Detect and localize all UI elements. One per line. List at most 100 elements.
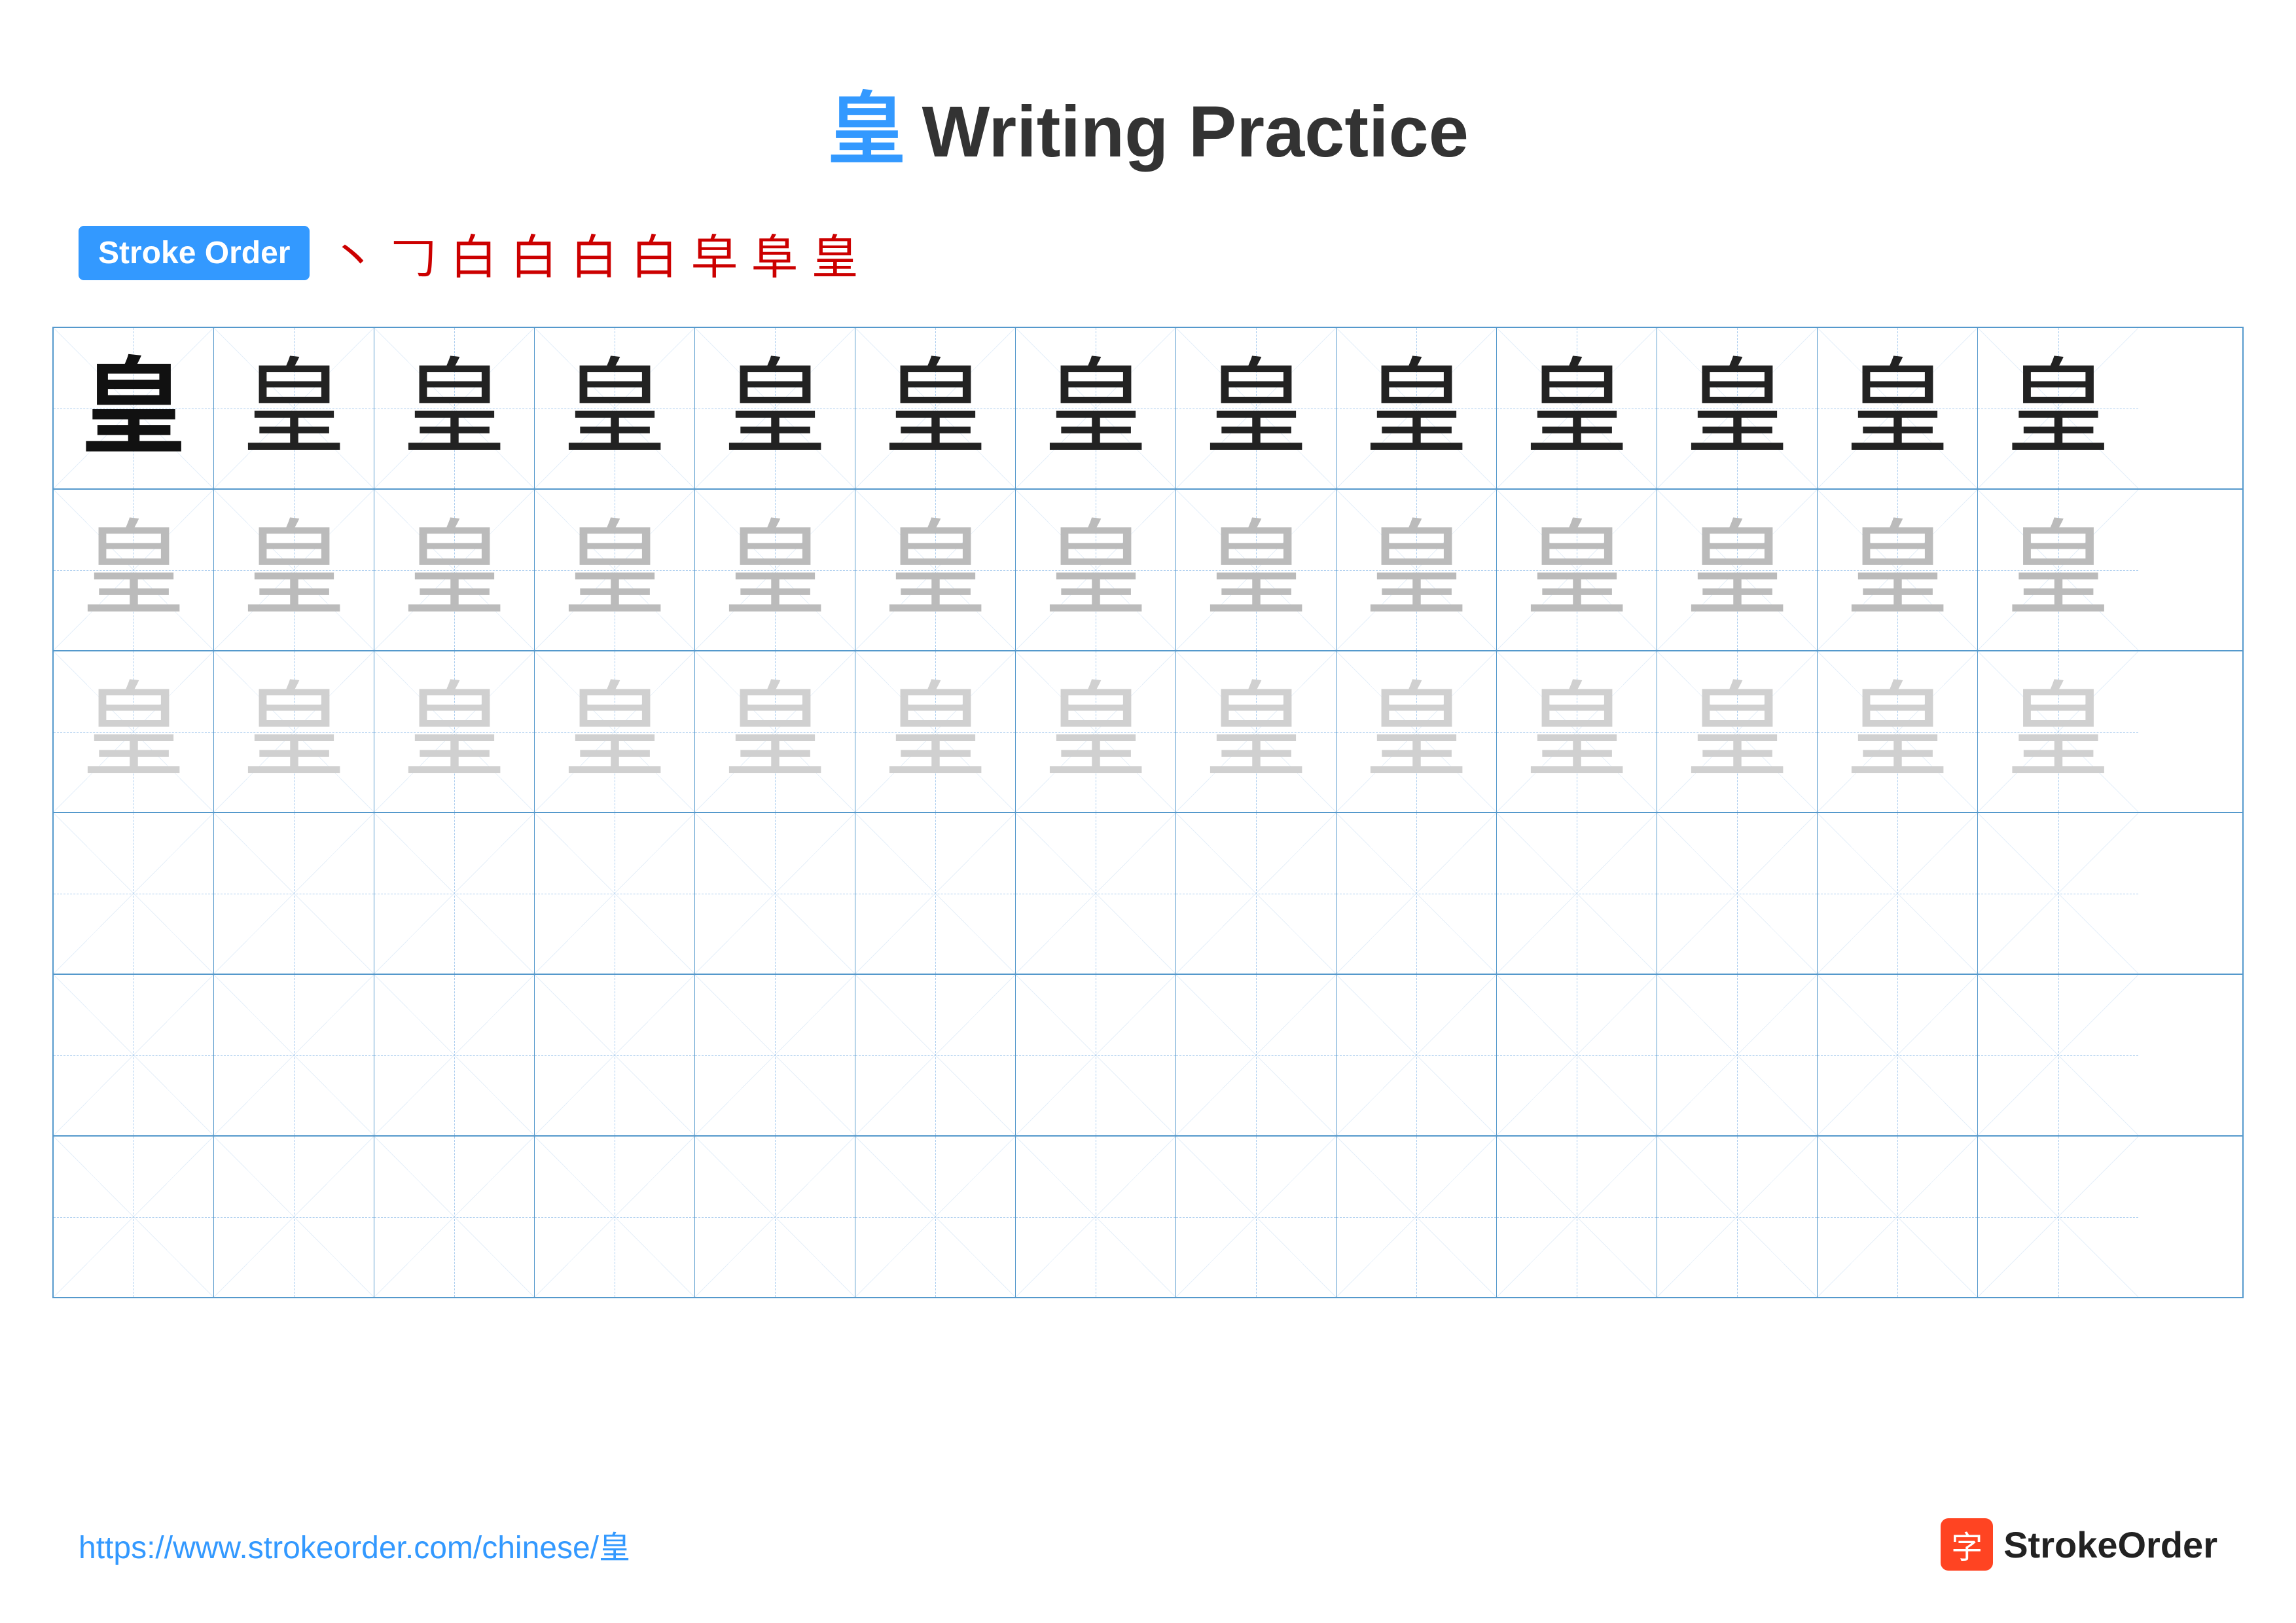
cell-6-8[interactable] (1176, 1137, 1336, 1297)
cell-1-5[interactable]: 皇 (695, 328, 855, 488)
cell-2-4[interactable]: 皇 (535, 490, 695, 650)
cell-6-4[interactable] (535, 1137, 695, 1297)
cell-4-8[interactable] (1176, 813, 1336, 974)
char-reference: 皇 (81, 356, 186, 461)
stroke-2: 𠃌 (389, 219, 437, 287)
cell-6-9[interactable] (1336, 1137, 1497, 1297)
cell-3-5[interactable]: 皇 (695, 651, 855, 812)
cell-5-1[interactable] (54, 975, 214, 1135)
cell-4-11[interactable] (1657, 813, 1818, 974)
cell-5-8[interactable] (1176, 975, 1336, 1135)
cell-5-3[interactable] (374, 975, 535, 1135)
cell-6-11[interactable] (1657, 1137, 1818, 1297)
logo-icon: 字 (1941, 1518, 1993, 1571)
cell-6-1[interactable] (54, 1137, 214, 1297)
cell-3-11[interactable]: 皇 (1657, 651, 1818, 812)
cell-5-9[interactable] (1336, 975, 1497, 1135)
cell-3-8[interactable]: 皇 (1176, 651, 1336, 812)
practice-grid: 皇 皇 皇 皇 皇 皇 皇 皇 皇 皇 皇 皇 皇 皇 皇 皇 皇 皇 皇 皇 … (52, 327, 2244, 1298)
grid-row-3: 皇 皇 皇 皇 皇 皇 皇 皇 皇 皇 皇 皇 皇 (54, 651, 2242, 813)
cell-6-3[interactable] (374, 1137, 535, 1297)
logo-name: StrokeOrder (2003, 1523, 2217, 1566)
cell-1-11[interactable]: 皇 (1657, 328, 1818, 488)
cell-4-10[interactable] (1497, 813, 1657, 974)
cell-6-6[interactable] (855, 1137, 1016, 1297)
cell-4-1[interactable] (54, 813, 214, 974)
grid-row-6 (54, 1137, 2242, 1297)
cell-6-10[interactable] (1497, 1137, 1657, 1297)
cell-4-4[interactable] (535, 813, 695, 974)
cell-2-5[interactable]: 皇 (695, 490, 855, 650)
stroke-4: 白 (510, 219, 557, 287)
cell-2-13[interactable]: 皇 (1978, 490, 2138, 650)
grid-row-4 (54, 813, 2242, 975)
stroke-5: 白 (571, 219, 618, 287)
cell-2-12[interactable]: 皇 (1818, 490, 1978, 650)
footer: https://www.strokeorder.com/chinese/皇 字 … (0, 1518, 2296, 1571)
cell-1-9[interactable]: 皇 (1336, 328, 1497, 488)
cell-5-6[interactable] (855, 975, 1016, 1135)
cell-3-3[interactable]: 皇 (374, 651, 535, 812)
cell-5-12[interactable] (1818, 975, 1978, 1135)
stroke-1: 丶 (329, 219, 376, 287)
cell-5-7[interactable] (1016, 975, 1176, 1135)
cell-4-12[interactable] (1818, 813, 1978, 974)
cell-2-1[interactable]: 皇 (54, 490, 214, 650)
stroke-7: 皁 (691, 219, 738, 287)
title-text: Writing Practice (922, 92, 1469, 172)
stroke-6: 白 (631, 219, 678, 287)
cell-1-12[interactable]: 皇 (1818, 328, 1978, 488)
stroke-sequence: 丶 𠃌 白 白 白 白 皁 阜 皇 (329, 219, 858, 287)
cell-5-11[interactable] (1657, 975, 1818, 1135)
cell-2-2[interactable]: 皇 (214, 490, 374, 650)
cell-1-3[interactable]: 皇 (374, 328, 535, 488)
cell-1-7[interactable]: 皇 (1016, 328, 1176, 488)
cell-1-4[interactable]: 皇 (535, 328, 695, 488)
cell-2-9[interactable]: 皇 (1336, 490, 1497, 650)
cell-5-10[interactable] (1497, 975, 1657, 1135)
cell-2-11[interactable]: 皇 (1657, 490, 1818, 650)
cell-3-9[interactable]: 皇 (1336, 651, 1497, 812)
cell-2-7[interactable]: 皇 (1016, 490, 1176, 650)
cell-6-12[interactable] (1818, 1137, 1978, 1297)
cell-6-2[interactable] (214, 1137, 374, 1297)
cell-3-13[interactable]: 皇 (1978, 651, 2138, 812)
cell-6-5[interactable] (695, 1137, 855, 1297)
cell-5-4[interactable] (535, 975, 695, 1135)
cell-1-10[interactable]: 皇 (1497, 328, 1657, 488)
cell-4-13[interactable] (1978, 813, 2138, 974)
cell-4-2[interactable] (214, 813, 374, 974)
footer-url[interactable]: https://www.strokeorder.com/chinese/皇 (79, 1522, 630, 1567)
cell-3-12[interactable]: 皇 (1818, 651, 1978, 812)
cell-3-4[interactable]: 皇 (535, 651, 695, 812)
cell-1-13[interactable]: 皇 (1978, 328, 2138, 488)
cell-5-13[interactable] (1978, 975, 2138, 1135)
cell-5-5[interactable] (695, 975, 855, 1135)
cell-4-7[interactable] (1016, 813, 1176, 974)
cell-3-10[interactable]: 皇 (1497, 651, 1657, 812)
cell-3-1[interactable]: 皇 (54, 651, 214, 812)
cell-4-6[interactable] (855, 813, 1016, 974)
cell-2-8[interactable]: 皇 (1176, 490, 1336, 650)
cell-4-3[interactable] (374, 813, 535, 974)
cell-3-6[interactable]: 皇 (855, 651, 1016, 812)
grid-row-2: 皇 皇 皇 皇 皇 皇 皇 皇 皇 皇 皇 皇 皇 (54, 490, 2242, 651)
cell-3-2[interactable]: 皇 (214, 651, 374, 812)
cell-5-2[interactable] (214, 975, 374, 1135)
cell-1-6[interactable]: 皇 (855, 328, 1016, 488)
cell-4-9[interactable] (1336, 813, 1497, 974)
cell-2-6[interactable]: 皇 (855, 490, 1016, 650)
grid-row-1: 皇 皇 皇 皇 皇 皇 皇 皇 皇 皇 皇 皇 皇 (54, 328, 2242, 490)
cell-2-10[interactable]: 皇 (1497, 490, 1657, 650)
cell-1-1[interactable]: 皇 (54, 328, 214, 488)
stroke-8: 阜 (751, 219, 798, 287)
stroke-9: 皇 (812, 219, 859, 287)
cell-6-7[interactable] (1016, 1137, 1176, 1297)
cell-4-5[interactable] (695, 813, 855, 974)
cell-2-3[interactable]: 皇 (374, 490, 535, 650)
cell-1-8[interactable]: 皇 (1176, 328, 1336, 488)
cell-1-2[interactable]: 皇 (214, 328, 374, 488)
cell-3-7[interactable]: 皇 (1016, 651, 1176, 812)
cell-6-13[interactable] (1978, 1137, 2138, 1297)
stroke-order-row: Stroke Order 丶 𠃌 白 白 白 白 皁 阜 皇 (0, 219, 2296, 287)
